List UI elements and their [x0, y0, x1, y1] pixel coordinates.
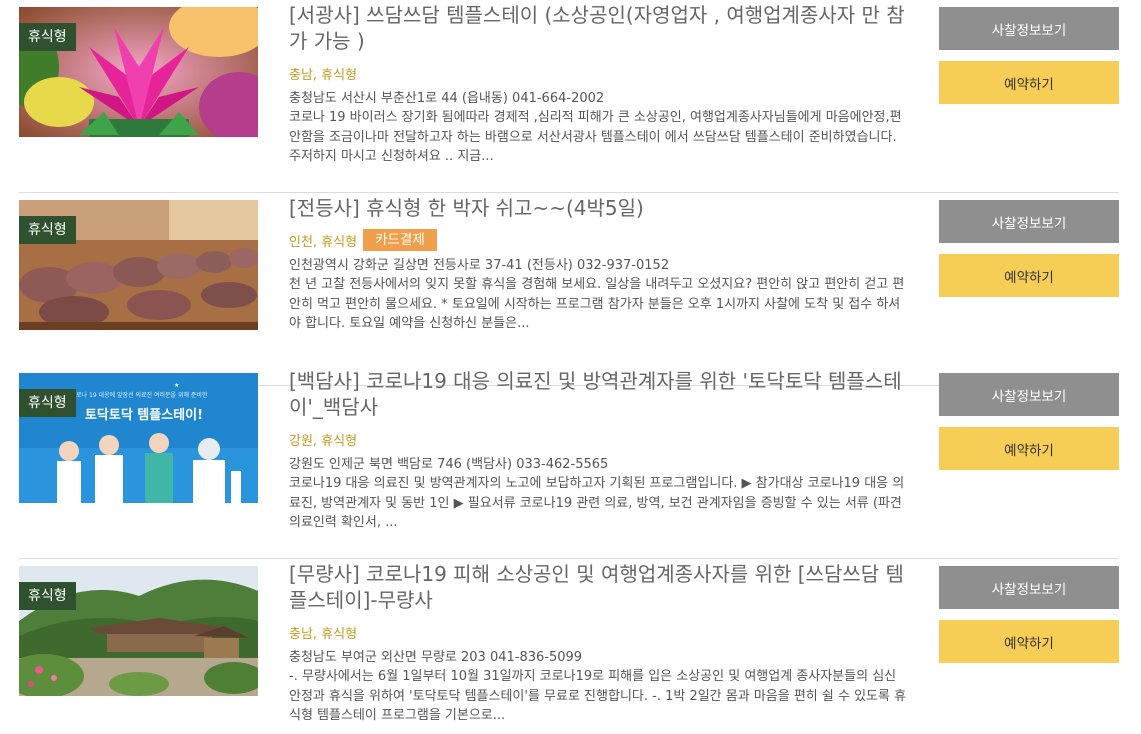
- region-tags: 충남, 휴식형: [289, 626, 358, 642]
- item-actions: 사찰정보보기 예약하기: [939, 566, 1119, 663]
- templestay-list: 휴식형 [서광사] 쓰담쓰담 템플스테이 (소상공인(자영업자 , 여행업계종사…: [0, 0, 1141, 734]
- item-title[interactable]: [전등사] 휴식형 한 박자 쉬고~~(4박5일): [289, 195, 911, 221]
- category-badge: 휴식형: [19, 23, 76, 51]
- item-tags: 강원, 휴식형: [289, 427, 911, 451]
- item-content: [백담사] 코로나19 대응 의료진 및 방역관계자를 위한 '토닥토닥 템플스…: [289, 368, 911, 533]
- region-tags: 강원, 휴식형: [289, 433, 358, 449]
- svg-text:★: ★: [174, 382, 179, 389]
- list-item: 휴식형 [서광사] 쓰담쓰담 템플스테이 (소상공인(자영업자 , 여행업계종사…: [0, 0, 1141, 193]
- temple-info-button[interactable]: 사찰정보보기: [939, 373, 1119, 416]
- thumbnail-image[interactable]: 휴식형: [19, 566, 258, 696]
- item-address: 충청남도 부여군 외산면 무량로 203 041-836-5099: [289, 650, 583, 665]
- temple-info-button[interactable]: 사찰정보보기: [939, 7, 1119, 50]
- temple-info-button[interactable]: 사찰정보보기: [939, 200, 1119, 243]
- temple-info-button[interactable]: 사찰정보보기: [939, 566, 1119, 609]
- item-content: [전등사] 휴식형 한 박자 쉬고~~(4박5일) 인천, 휴식형 카드결제 인…: [289, 195, 911, 334]
- reserve-button[interactable]: 예약하기: [939, 254, 1119, 297]
- item-address: 강원도 인제군 북면 백담로 746 (백담사) 033-462-5565: [289, 457, 609, 472]
- item-title[interactable]: [무량사] 코로나19 피해 소상공인 및 여행업계종사자를 위한 [쓰담쓰담 …: [289, 561, 911, 613]
- item-address: 인천광역시 강화군 길상면 전등사로 37-41 (전등사) 032-937-0…: [289, 258, 670, 273]
- list-item: 휴식형 [무량사] 코로나19 피해 소상공인 및 여행업계종사자를 위한 [쓰…: [0, 559, 1141, 734]
- item-actions: 사찰정보보기 예약하기: [939, 373, 1119, 470]
- thumbnail-image[interactable]: ★ 코로나 19 대응에 앞장선 의료진 여러분을 위해 준비한 토닥토닥 템플…: [19, 373, 258, 503]
- item-content: [서광사] 쓰담쓰담 템플스테이 (소상공인(자영업자 , 여행업계종사자 만 …: [289, 2, 911, 167]
- category-badge: 휴식형: [19, 582, 76, 610]
- category-badge: 휴식형: [19, 216, 76, 244]
- item-title[interactable]: [백담사] 코로나19 대응 의료진 및 방역관계자를 위한 '토닥토닥 템플스…: [289, 368, 911, 420]
- item-description: 코로나 19 바이러스 장기화 됨에따라 경제적 ,심리적 피해가 큰 소상공인…: [289, 110, 902, 164]
- item-tags: 충남, 휴식형: [289, 620, 911, 644]
- region-tags: 인천, 휴식형: [289, 234, 358, 250]
- category-badge: 휴식형: [19, 389, 76, 417]
- card-payment-badge: 카드결제: [363, 229, 437, 251]
- list-item: 휴식형 [전등사] 휴식형 한 박자 쉬고~~(4박5일) 인천, 휴식형 카드…: [0, 193, 1141, 386]
- item-title[interactable]: [서광사] 쓰담쓰담 템플스테이 (소상공인(자영업자 , 여행업계종사자 만 …: [289, 2, 911, 54]
- item-tags: 충남, 휴식형: [289, 61, 911, 85]
- item-tags: 인천, 휴식형 카드결제: [289, 228, 911, 252]
- poster-main-text: 토닥토닥 템플스테이!: [85, 407, 203, 423]
- item-actions: 사찰정보보기 예약하기: [939, 7, 1119, 104]
- item-description: 천 년 고찰 전등사에서의 잊지 못할 휴식을 경험해 보세요. 일상을 내려두…: [289, 277, 905, 331]
- thumbnail-image[interactable]: 휴식형: [19, 200, 258, 330]
- reserve-button[interactable]: 예약하기: [939, 427, 1119, 470]
- item-content: [무량사] 코로나19 피해 소상공인 및 여행업계종사자를 위한 [쓰담쓰담 …: [289, 561, 911, 726]
- reserve-button[interactable]: 예약하기: [939, 61, 1119, 104]
- item-actions: 사찰정보보기 예약하기: [939, 200, 1119, 297]
- region-tags: 충남, 휴식형: [289, 67, 358, 83]
- item-description: -. 무량사에서는 6월 1일부터 10월 31일까지 코로나19로 피해를 입…: [289, 669, 907, 723]
- list-item: ★ 코로나 19 대응에 앞장선 의료진 여러분을 위해 준비한 토닥토닥 템플…: [0, 366, 1141, 559]
- thumbnail-image[interactable]: 휴식형: [19, 7, 258, 137]
- poster-top-text: 코로나 19 대응에 앞장선 의료진 여러분을 위해 준비한: [71, 391, 208, 399]
- reserve-button[interactable]: 예약하기: [939, 620, 1119, 663]
- item-description: 코로나19 대응 의료진 및 방역관계자의 노고에 보답하고자 기획된 프로그램…: [289, 476, 905, 530]
- item-address: 충청남도 서산시 부춘산1로 44 (읍내동) 041-664-2002: [289, 91, 605, 106]
